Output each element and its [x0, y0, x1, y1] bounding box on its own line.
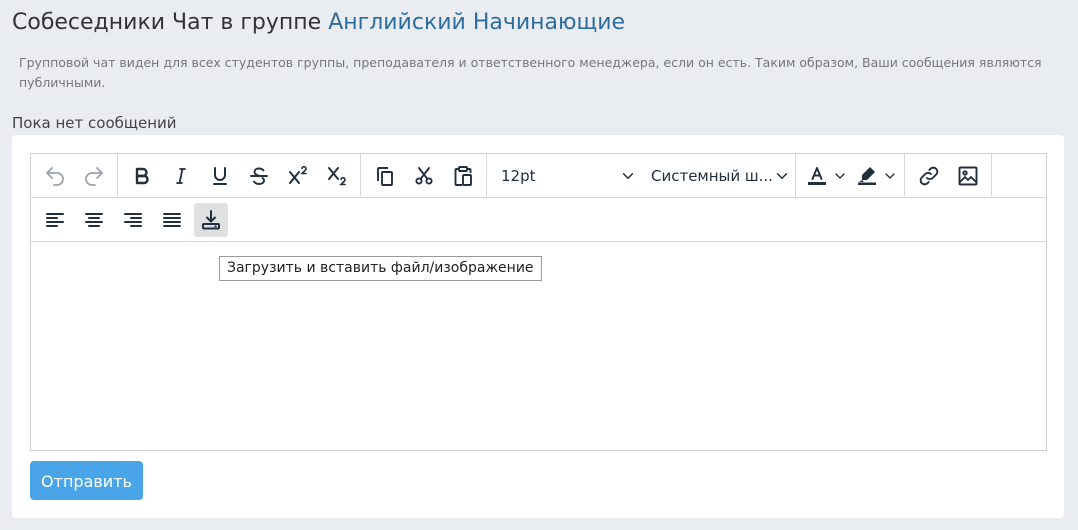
toolbar-row-primary: 12pt Системный ш... [31, 154, 1046, 198]
image-icon [958, 166, 977, 185]
align-right-button[interactable] [116, 203, 150, 237]
editor-content-area[interactable]: Загрузить и вставить файл/изображение [31, 242, 1046, 450]
bold-button[interactable] [125, 159, 159, 193]
undo-button[interactable] [38, 159, 72, 193]
align-justify-button[interactable] [155, 203, 189, 237]
image-button[interactable] [951, 159, 985, 193]
history-group [31, 154, 118, 197]
strikethrough-button[interactable] [242, 159, 276, 193]
chevron-down-icon [776, 172, 788, 179]
message-card: 12pt Системный ш... Загрузить и вставить… [12, 135, 1064, 518]
bold-icon [135, 167, 149, 184]
chevron-down-icon[interactable] [832, 168, 848, 184]
highlighter-icon [858, 166, 876, 185]
align-right-icon [123, 212, 142, 227]
no-messages-text: Пока нет сообщений [12, 114, 177, 132]
page-title-prefix: Собеседники Чат в группе [12, 10, 322, 35]
toolbar-row-secondary [31, 198, 1046, 242]
font-size-value: 12pt [501, 166, 536, 185]
superscript-button[interactable] [281, 159, 315, 193]
redo-icon [84, 166, 103, 186]
font-family-value: Системный ш... [651, 166, 773, 185]
page-title: Собеседники Чат в группе Английский Начи… [12, 8, 625, 38]
color-group [796, 154, 905, 197]
align-center-button[interactable] [77, 203, 111, 237]
link-button[interactable] [912, 159, 946, 193]
format-group [118, 154, 361, 197]
subscript-button[interactable] [320, 159, 354, 193]
upload-insert-button[interactable] [193, 202, 228, 237]
font-family-select[interactable]: Системный ш... [641, 159, 791, 193]
clipboard-icon [454, 165, 472, 186]
underline-icon [212, 166, 227, 185]
redo-button[interactable] [77, 159, 111, 193]
scissors-icon [414, 166, 433, 185]
strikethrough-icon [249, 167, 268, 185]
insert-group [905, 154, 991, 197]
text-color-button[interactable] [802, 159, 848, 193]
rich-text-editor: 12pt Системный ш... Загрузить и вставить… [30, 153, 1047, 451]
undo-icon [45, 166, 64, 186]
subscript-icon [327, 166, 346, 185]
clipboard-group [361, 154, 487, 197]
paste-button[interactable] [446, 159, 480, 193]
align-justify-icon [162, 212, 181, 227]
info-text: Групповой чат виден для всех студентов г… [19, 55, 1042, 90]
italic-button[interactable] [164, 159, 198, 193]
align-group [31, 198, 234, 241]
align-left-icon [45, 212, 64, 227]
font-size-select[interactable]: 12pt [491, 159, 641, 193]
font-group: 12pt Системный ш... [487, 154, 796, 197]
chevron-down-icon [622, 172, 634, 179]
group-name-link[interactable]: Английский Начинающие [328, 10, 625, 35]
link-icon [919, 166, 938, 185]
text-color-icon [808, 166, 826, 185]
upload-icon [201, 209, 220, 229]
copy-button[interactable] [368, 159, 402, 193]
italic-icon [175, 167, 186, 184]
copy-icon [376, 166, 393, 186]
underline-button[interactable] [203, 159, 237, 193]
cut-button[interactable] [407, 159, 441, 193]
upload-tooltip: Загрузить и вставить файл/изображение [219, 256, 542, 281]
align-center-icon [84, 212, 103, 227]
align-left-button[interactable] [38, 203, 72, 237]
send-button[interactable]: Отправить [30, 461, 143, 500]
highlight-color-button[interactable] [852, 159, 898, 193]
superscript-icon [288, 165, 307, 184]
chevron-down-icon[interactable] [882, 168, 898, 184]
